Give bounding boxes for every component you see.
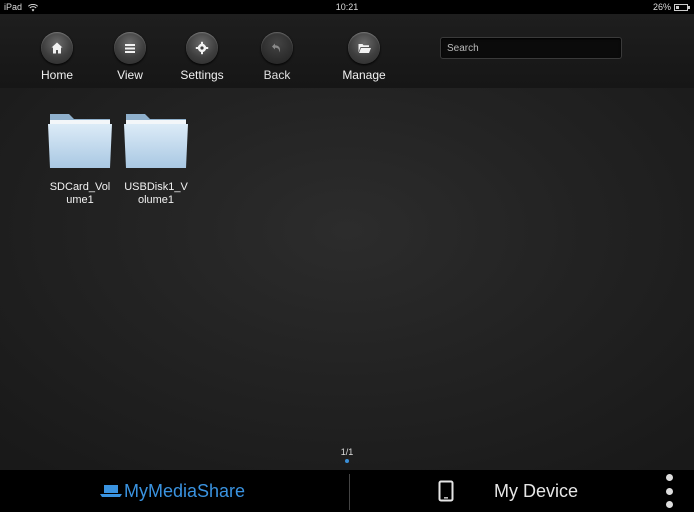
- tab-my-device[interactable]: My Device: [438, 470, 578, 512]
- back-button[interactable]: Back: [242, 32, 312, 82]
- list-icon: [125, 44, 135, 53]
- settings-button[interactable]: Settings: [167, 32, 237, 82]
- home-label: Home: [40, 68, 73, 82]
- battery-percent: 26%: [652, 2, 671, 12]
- back-arrow-icon: [272, 43, 280, 53]
- home-button[interactable]: Home: [22, 32, 92, 82]
- folder-label-line1: USBDisk1_V: [124, 181, 188, 193]
- search-box[interactable]: [440, 37, 622, 59]
- back-label: Back: [263, 68, 291, 82]
- toolbar: Home View Settings Back Manage Search: [0, 14, 694, 88]
- app-screen: iPad 10:21 26% Home View Settings Back M…: [0, 0, 694, 512]
- page-number: 1/1: [340, 447, 354, 457]
- more-vertical-icon[interactable]: [665, 474, 673, 508]
- folder-item[interactable]: USBDisk1_V olume1: [116, 112, 196, 207]
- tab-divider: [349, 474, 350, 510]
- folder-label-line2: olume1: [137, 194, 175, 206]
- gear-icon: [195, 41, 209, 55]
- status-right: 26%: [652, 0, 690, 14]
- tablet-icon: [438, 480, 454, 502]
- battery-icon: [674, 3, 690, 11]
- page-dot: [345, 459, 349, 463]
- folder-icon: [124, 114, 188, 168]
- folder-open-icon: [358, 44, 371, 53]
- folder-label: SDCard_Vol ume1: [40, 181, 120, 207]
- view-label: View: [117, 68, 143, 82]
- status-time: 10:21: [335, 2, 359, 12]
- search-input[interactable]: [441, 38, 621, 59]
- settings-label: Settings: [180, 68, 224, 82]
- tab-mymediashare-label: MyMediaShare: [124, 480, 246, 501]
- folder-item[interactable]: SDCard_Vol ume1: [40, 112, 120, 207]
- view-button[interactable]: View: [95, 32, 165, 82]
- manage-label: Manage: [342, 68, 386, 82]
- folder-label-line1: SDCard_Vol: [49, 181, 111, 193]
- tab-mymediashare[interactable]: MyMediaShare: [100, 470, 245, 512]
- folder-label: USBDisk1_V olume1: [116, 181, 196, 207]
- bottom-tab-bar: MyMediaShare My Device: [0, 470, 694, 512]
- folder-label-line2: ume1: [66, 194, 94, 206]
- page-indicator: 1/1: [0, 447, 694, 463]
- status-bar: iPad 10:21 26%: [0, 0, 694, 14]
- tab-my-device-label: My Device: [494, 480, 579, 501]
- laptop-icon: [100, 485, 122, 497]
- home-icon: [51, 42, 63, 54]
- manage-button[interactable]: Manage: [329, 32, 399, 82]
- folder-icon: [48, 114, 112, 168]
